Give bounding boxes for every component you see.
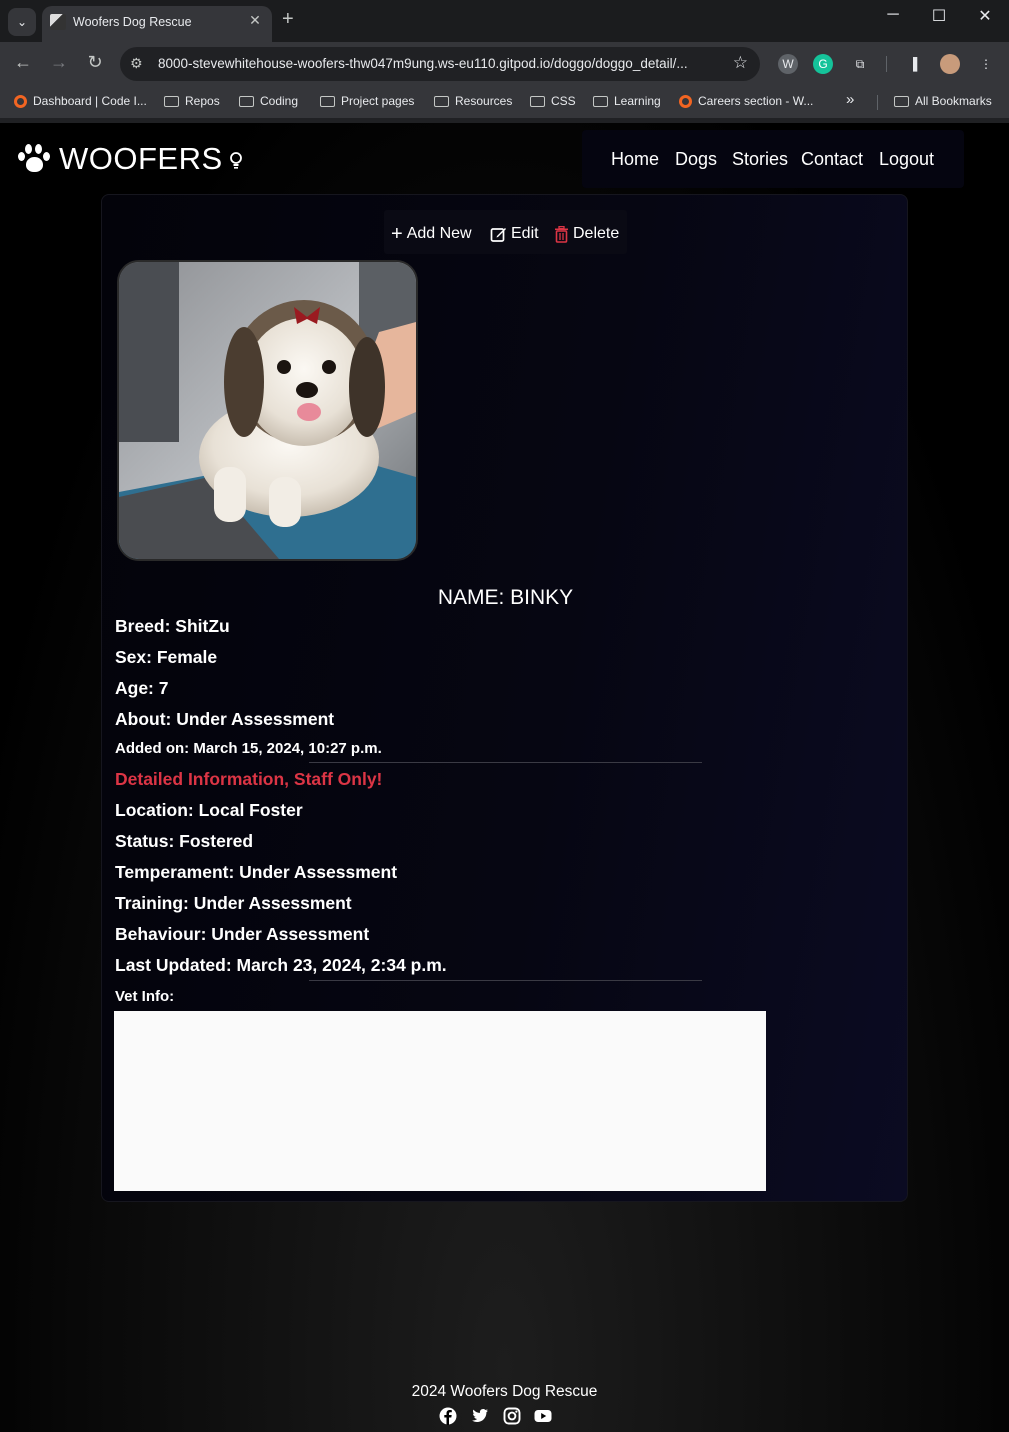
location-field: Location: Local Foster — [115, 800, 303, 820]
bookmark-item[interactable]: Resources — [434, 94, 512, 108]
bookmark-star-icon[interactable]: ☆ — [733, 53, 748, 73]
about-field: About: Under Assessment — [115, 709, 335, 729]
browser-toolbar: ← → ↻ ⚙ 8000-stevewhitehouse-woofers-thw… — [0, 42, 1009, 86]
bookmark-item[interactable]: Dashboard | Code I... — [14, 94, 147, 108]
added-on-field: Added on: March 15, 2024, 10:27 p.m. — [115, 740, 382, 757]
site-favicon-icon — [50, 14, 66, 30]
address-bar[interactable]: ⚙ 8000-stevewhitehouse-woofers-thw047m9u… — [120, 47, 760, 81]
delete-button[interactable]: Delete — [554, 225, 619, 243]
tab-title: Woofers Dog Rescue — [73, 15, 192, 29]
edit-button[interactable]: Edit — [490, 225, 539, 243]
dog-photo — [117, 260, 418, 561]
side-panel-icon[interactable]: ▐ — [903, 54, 923, 74]
behaviour-field: Behaviour: Under Assessment — [115, 924, 370, 944]
folder-icon — [239, 95, 254, 107]
brand-name: WOOFERS — [59, 141, 223, 176]
all-bookmarks-button[interactable]: All Bookmarks — [894, 94, 992, 108]
paw-icon — [18, 143, 50, 175]
last-vaccinated-field: Last Vaccinated: None — [118, 1106, 295, 1124]
reload-button[interactable]: ↻ — [83, 52, 107, 73]
trash-icon — [555, 225, 568, 243]
bookmarks-overflow-button[interactable]: » — [846, 91, 854, 108]
bookmark-item[interactable]: Learning — [593, 94, 661, 108]
tab-search-button[interactable]: ⌄ — [8, 8, 36, 36]
age-field: Age: 7 — [115, 678, 169, 698]
add-new-button[interactable]: + Add New — [391, 223, 472, 245]
temperament-field: Temperament: Under Assessment — [115, 862, 398, 882]
vet-checked-field: Vet Checked: None — [118, 1019, 268, 1037]
plus-icon: + — [391, 223, 403, 245]
vet-notes-field: Vet Notes: — [118, 1048, 199, 1066]
neutered-field: Neutered / Spayed: Yes — [118, 1135, 301, 1153]
close-window-button[interactable]: ✕ — [970, 6, 1000, 26]
lightbulb-icon[interactable] — [229, 151, 243, 171]
dog-name: NAME: BINKY — [437, 586, 574, 609]
codeinstitute-icon — [14, 94, 27, 108]
nav-contact[interactable]: Contact — [801, 149, 863, 170]
medication-field: Medication: — [118, 1077, 210, 1095]
folder-icon — [164, 95, 179, 107]
folder-icon — [894, 95, 909, 107]
new-tab-button[interactable]: + — [282, 8, 294, 31]
extensions-puzzle-icon[interactable]: ⧉ — [850, 54, 870, 74]
weight-field: Weight: 0.00 Kg — [118, 1164, 242, 1182]
action-bar: + Add New Edit Delete — [384, 210, 627, 254]
bookmark-item[interactable]: Repos — [164, 94, 220, 108]
grammarly-icon[interactable]: G — [813, 54, 833, 74]
tab-close-icon[interactable]: ✕ — [246, 12, 264, 29]
instagram-icon[interactable] — [503, 1407, 521, 1425]
vet-info-label: Vet Info: — [115, 988, 175, 1005]
profile-avatar[interactable] — [940, 54, 960, 74]
tab-strip: ⌄ Woofers Dog Rescue ✕ + ─ ☐ ✕ — [0, 0, 1009, 42]
vet-info-panel: Vet Checked: None Vet Notes: Medication:… — [114, 1011, 766, 1191]
maximize-button[interactable]: ☐ — [924, 6, 954, 26]
nav-home[interactable]: Home — [611, 149, 659, 170]
folder-icon — [434, 95, 449, 107]
footer-copyright: 2024 Woofers Dog Rescue — [411, 1383, 598, 1400]
menu-kebab-icon[interactable]: ⋮ — [976, 54, 996, 74]
bookmarks-bar: Dashboard | Code I... Repos Coding Proje… — [0, 86, 1009, 118]
main-nav: Home Dogs Stories Contact Logout — [582, 130, 964, 188]
browser-chrome: ⌄ Woofers Dog Rescue ✕ + ─ ☐ ✕ ← → ↻ ⚙ 8… — [0, 0, 1009, 123]
breed-field: Breed: ShitZu — [115, 616, 230, 636]
bookmarks-divider — [877, 95, 878, 110]
twitter-icon[interactable] — [471, 1407, 489, 1425]
divider — [309, 762, 702, 763]
sex-field: Sex: Female — [115, 647, 218, 667]
folder-icon — [320, 95, 335, 107]
last-updated-field: Last Updated: March 23, 2024, 2:34 p.m. — [115, 955, 447, 975]
nav-dogs[interactable]: Dogs — [675, 149, 717, 170]
codeinstitute-icon — [679, 94, 692, 108]
extension-w-icon[interactable]: W — [778, 54, 798, 74]
nav-logout[interactable]: Logout — [879, 149, 934, 170]
bookmark-item[interactable]: Coding — [239, 94, 298, 108]
folder-icon — [593, 95, 608, 107]
training-field: Training: Under Assessment — [115, 893, 352, 913]
facebook-icon[interactable] — [439, 1407, 457, 1425]
browser-tab[interactable]: Woofers Dog Rescue ✕ — [42, 6, 272, 42]
dog-detail-card: + Add New Edit Delete NAME: BINKY Breed:… — [101, 194, 908, 1202]
status-field: Status: Fostered — [115, 831, 254, 851]
back-button[interactable]: ← — [11, 52, 35, 73]
toolbar-divider — [886, 56, 887, 72]
nav-stories[interactable]: Stories — [732, 149, 788, 170]
url-text[interactable]: 8000-stevewhitehouse-woofers-thw047m9ung… — [158, 56, 718, 71]
edit-icon — [490, 227, 506, 242]
staff-only-heading: Detailed Information, Staff Only! — [115, 769, 383, 789]
bookmark-item[interactable]: Project pages — [320, 94, 414, 108]
page-body: WOOFERS Home Dogs Stories Contact Logout… — [0, 123, 1009, 1432]
forward-button[interactable]: → — [47, 52, 71, 73]
minimize-button[interactable]: ─ — [878, 6, 908, 24]
folder-icon — [530, 95, 545, 107]
brand-link[interactable]: WOOFERS — [18, 141, 223, 177]
bookmark-item[interactable]: CSS — [530, 94, 576, 108]
site-info-icon[interactable]: ⚙ — [130, 55, 143, 72]
bookmark-item[interactable]: Careers section - W... — [679, 94, 813, 108]
youtube-icon[interactable] — [534, 1407, 552, 1425]
divider — [309, 980, 702, 981]
